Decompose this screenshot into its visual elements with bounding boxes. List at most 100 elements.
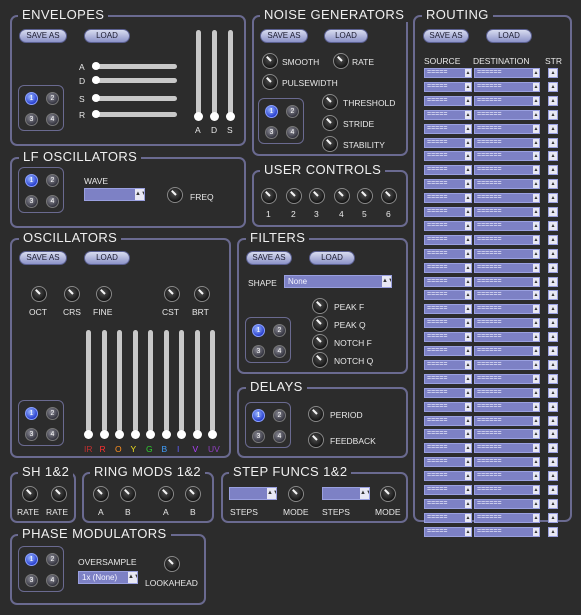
- routing-source-dropdown[interactable]: ===== ▲: [424, 457, 472, 468]
- envelope-3-button[interactable]: 3: [25, 113, 38, 126]
- filter-2-button[interactable]: 2: [273, 324, 286, 337]
- rate-knob[interactable]: [333, 53, 349, 69]
- osc-band-handle-i[interactable]: [177, 430, 186, 439]
- routing-destination-dropdown[interactable]: ====== ▲: [474, 498, 540, 509]
- routing-destination-dropdown[interactable]: ====== ▲: [474, 443, 540, 454]
- osc-2-button[interactable]: 2: [46, 407, 59, 420]
- osc-cst-knob[interactable]: [164, 286, 180, 302]
- routing-strength-stepper[interactable]: ▴: [548, 193, 558, 204]
- routing-strength-stepper[interactable]: ▴: [548, 332, 558, 343]
- osc-fine-knob[interactable]: [96, 286, 112, 302]
- routing-strength-stepper[interactable]: ▴: [548, 248, 558, 259]
- routing-strength-stepper[interactable]: ▴: [548, 81, 558, 92]
- routing-save-as-button[interactable]: SAVE AS: [423, 29, 469, 43]
- routing-destination-dropdown[interactable]: ====== ▲: [474, 220, 540, 231]
- env-attack-slider[interactable]: [92, 64, 177, 69]
- env-sustain-handle[interactable]: [92, 94, 100, 102]
- routing-strength-stepper[interactable]: ▴: [548, 165, 558, 176]
- pulsewidth-knob[interactable]: [262, 74, 278, 90]
- osc-1-button[interactable]: 1: [25, 407, 38, 420]
- noise-3-button[interactable]: 3: [265, 126, 278, 139]
- routing-strength-stepper[interactable]: ▴: [548, 485, 558, 495]
- user-control-3-knob[interactable]: [309, 188, 325, 204]
- routing-strength-stepper[interactable]: ▴: [548, 346, 558, 356]
- routing-destination-dropdown[interactable]: ====== ▲: [474, 290, 540, 301]
- osc-4-button[interactable]: 4: [46, 428, 59, 441]
- routing-source-dropdown[interactable]: ===== ▲: [424, 123, 472, 134]
- noise-4-button[interactable]: 4: [286, 126, 299, 139]
- osc-band-slider-r[interactable]: [101, 330, 107, 432]
- osc-band-slider-v[interactable]: [194, 330, 200, 432]
- env-release-handle[interactable]: [92, 110, 100, 118]
- routing-strength-stepper[interactable]: ▴: [548, 526, 558, 537]
- routing-source-dropdown[interactable]: ===== ▲: [424, 207, 472, 217]
- routing-strength-stepper[interactable]: ▴: [548, 220, 558, 231]
- routing-destination-dropdown[interactable]: ====== ▲: [474, 359, 540, 370]
- envelopes-save-as-button[interactable]: SAVE AS: [19, 29, 67, 43]
- lfo-2-button[interactable]: 2: [46, 174, 59, 187]
- routing-strength-stepper[interactable]: ▴: [548, 262, 558, 273]
- env-d-vhandle[interactable]: [210, 112, 219, 121]
- filters-load-button[interactable]: LOAD: [309, 251, 355, 265]
- phase-mod-2-button[interactable]: 2: [46, 553, 59, 566]
- routing-source-dropdown[interactable]: ===== ▲: [424, 415, 472, 426]
- osc-band-slider-b[interactable]: [163, 330, 169, 432]
- routing-destination-dropdown[interactable]: ====== ▲: [474, 123, 540, 134]
- routing-source-dropdown[interactable]: ===== ▲: [424, 220, 472, 231]
- filter-3-button[interactable]: 3: [252, 345, 265, 358]
- routing-source-dropdown[interactable]: ===== ▲: [424, 95, 472, 106]
- env-a-vhandle[interactable]: [194, 112, 203, 121]
- routing-source-dropdown[interactable]: ===== ▲: [424, 401, 472, 412]
- ring-2-a-knob[interactable]: [158, 486, 174, 502]
- routing-destination-dropdown[interactable]: ====== ▲: [474, 332, 540, 343]
- routing-source-dropdown[interactable]: ===== ▲: [424, 248, 472, 259]
- routing-destination-dropdown[interactable]: ====== ▲: [474, 95, 540, 106]
- lfo-freq-knob[interactable]: [167, 187, 183, 203]
- delay-1-button[interactable]: 1: [252, 409, 265, 422]
- osc-band-handle-g[interactable]: [146, 430, 155, 439]
- env-s-vhandle[interactable]: [226, 112, 235, 121]
- user-control-6-knob[interactable]: [381, 188, 397, 204]
- routing-source-dropdown[interactable]: ===== ▲: [424, 471, 472, 482]
- routing-destination-dropdown[interactable]: ====== ▲: [474, 401, 540, 412]
- routing-source-dropdown[interactable]: ===== ▲: [424, 318, 472, 329]
- ring-1-b-knob[interactable]: [120, 486, 136, 502]
- routing-destination-dropdown[interactable]: ====== ▲: [474, 512, 540, 523]
- routing-strength-stepper[interactable]: ▴: [548, 123, 558, 134]
- routing-strength-stepper[interactable]: ▴: [548, 359, 558, 370]
- env-a-vslider[interactable]: [196, 30, 201, 120]
- env-attack-handle[interactable]: [92, 62, 100, 70]
- user-control-2-knob[interactable]: [286, 188, 302, 204]
- routing-source-dropdown[interactable]: ===== ▲: [424, 81, 472, 92]
- routing-destination-dropdown[interactable]: ====== ▲: [474, 526, 540, 537]
- routing-source-dropdown[interactable]: ===== ▲: [424, 109, 472, 120]
- routing-destination-dropdown[interactable]: ====== ▲: [474, 457, 540, 468]
- routing-strength-stepper[interactable]: ▴: [548, 373, 558, 384]
- routing-destination-dropdown[interactable]: ====== ▲: [474, 81, 540, 92]
- routing-source-dropdown[interactable]: ===== ▲: [424, 485, 472, 495]
- oversample-dropdown[interactable]: 1x (None) ▲▼: [78, 571, 138, 584]
- osc-band-handle-ir[interactable]: [84, 430, 93, 439]
- routing-strength-stepper[interactable]: ▴: [548, 95, 558, 106]
- notch-f-knob[interactable]: [312, 334, 328, 350]
- sh-1-rate-knob[interactable]: [22, 486, 38, 502]
- osc-band-handle-y[interactable]: [130, 430, 140, 439]
- smooth-knob[interactable]: [262, 53, 278, 69]
- routing-source-dropdown[interactable]: ===== ▲: [424, 304, 472, 315]
- routing-source-dropdown[interactable]: ===== ▲: [424, 290, 472, 301]
- osc-band-slider-uv[interactable]: [210, 330, 215, 432]
- noise-load-button[interactable]: LOAD: [324, 29, 368, 43]
- stability-knob[interactable]: [322, 136, 338, 152]
- osc-save-as-button[interactable]: SAVE AS: [19, 251, 67, 265]
- step-1-steps-dropdown[interactable]: ▲▼: [229, 487, 277, 500]
- routing-strength-stepper[interactable]: ▴: [548, 415, 558, 426]
- routing-strength-stepper[interactable]: ▴: [548, 318, 558, 329]
- routing-strength-stepper[interactable]: ▴: [548, 304, 558, 315]
- routing-destination-dropdown[interactable]: ====== ▲: [474, 68, 540, 78]
- envelopes-load-button[interactable]: LOAD: [84, 29, 130, 43]
- routing-source-dropdown[interactable]: ===== ▲: [424, 332, 472, 343]
- filters-save-as-button[interactable]: SAVE AS: [246, 251, 292, 265]
- routing-source-dropdown[interactable]: ===== ▲: [424, 276, 472, 287]
- routing-destination-dropdown[interactable]: ====== ▲: [474, 471, 540, 482]
- routing-destination-dropdown[interactable]: ====== ▲: [474, 234, 540, 245]
